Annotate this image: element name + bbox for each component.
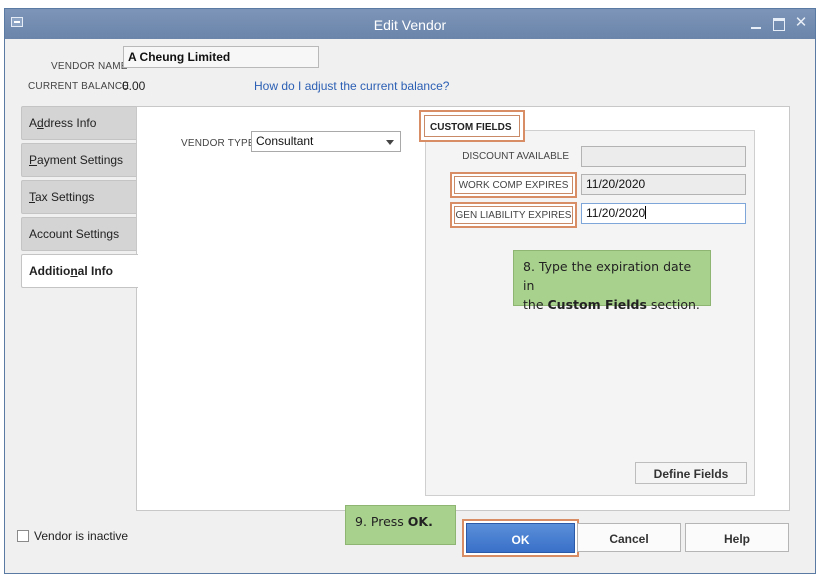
gen-liability-expires-input[interactable]: 11/20/2020 bbox=[581, 203, 746, 224]
minimize-icon[interactable] bbox=[747, 14, 765, 32]
work-comp-label-highlight: WORK COMP EXPIRES bbox=[450, 172, 577, 198]
edit-vendor-window: Edit Vendor ✕ VENDOR NAME A Cheung Limit… bbox=[4, 8, 816, 574]
tab-tax-settings[interactable]: Tax Settings bbox=[21, 180, 137, 214]
define-fields-button[interactable]: Define Fields bbox=[635, 462, 747, 484]
step-9-callout: 9. Press OK. bbox=[345, 505, 456, 545]
ok-button-highlight: OK bbox=[462, 519, 579, 557]
step-8-callout: 8. Type the expiration date in the Custo… bbox=[513, 250, 711, 312]
vendor-name-input[interactable]: A Cheung Limited bbox=[123, 46, 319, 68]
tab-additional-info[interactable]: Additional Info bbox=[21, 254, 138, 288]
custom-fields-title-highlight: CUSTOM FIELDS bbox=[419, 110, 525, 142]
close-icon[interactable]: ✕ bbox=[792, 14, 810, 32]
tab-label: Account Settings bbox=[29, 227, 120, 241]
vendor-inactive-label[interactable]: Vendor is inactive bbox=[34, 529, 128, 543]
current-balance-label: CURRENT BALANCE bbox=[28, 81, 130, 92]
tab-address-info[interactable]: Address Info bbox=[21, 106, 137, 140]
discount-available-label: DISCOUNT AVAILABLE bbox=[462, 151, 569, 162]
tab-label: Address Info bbox=[29, 116, 97, 130]
vendor-type-value: Consultant bbox=[256, 134, 314, 148]
gen-liability-expires-label: GEN LIABILITY EXPIRES bbox=[454, 206, 573, 224]
ok-button[interactable]: OK bbox=[466, 523, 575, 553]
tab-label: Additional Info bbox=[29, 264, 114, 278]
step-8-line-2: the Custom Fields section. bbox=[523, 295, 701, 314]
gen-liability-label-highlight: GEN LIABILITY EXPIRES bbox=[450, 202, 577, 228]
window-title: Edit Vendor bbox=[373, 17, 447, 33]
step-8-line-1: 8. Type the expiration date in bbox=[523, 259, 692, 293]
tab-label: Payment Settings bbox=[29, 153, 124, 167]
vendor-type-label: VENDOR TYPE bbox=[181, 138, 255, 149]
step-9-bold-text: OK. bbox=[407, 514, 433, 529]
help-button[interactable]: Help bbox=[685, 523, 789, 552]
discount-available-input[interactable] bbox=[581, 146, 746, 167]
tab-account-settings[interactable]: Account Settings bbox=[21, 217, 137, 251]
vendor-inactive-checkbox[interactable] bbox=[17, 530, 29, 542]
chevron-down-icon[interactable] bbox=[386, 140, 394, 145]
current-balance-value: 0.00 bbox=[122, 79, 146, 93]
cancel-button[interactable]: Cancel bbox=[577, 523, 681, 552]
vendor-type-select[interactable]: Consultant bbox=[251, 131, 401, 152]
work-comp-expires-input[interactable]: 11/20/2020 bbox=[581, 174, 746, 195]
custom-fields-title: CUSTOM FIELDS bbox=[424, 115, 520, 137]
text-cursor bbox=[645, 206, 647, 219]
step-8-bold-text: Custom Fields bbox=[547, 297, 647, 312]
step-8-text: the bbox=[523, 297, 548, 312]
additional-info-panel: VENDOR TYPE Consultant CUSTOM FIELDS DIS… bbox=[136, 106, 790, 511]
tab-label: Tax Settings bbox=[29, 190, 95, 204]
adjust-balance-link[interactable]: How do I adjust the current balance? bbox=[254, 79, 449, 93]
work-comp-expires-label: WORK COMP EXPIRES bbox=[454, 176, 573, 194]
vendor-name-label: VENDOR NAME bbox=[51, 61, 128, 72]
title-bar[interactable]: Edit Vendor ✕ bbox=[5, 9, 815, 39]
step-8-text-end: section. bbox=[646, 297, 700, 312]
tab-payment-settings[interactable]: Payment Settings bbox=[21, 143, 137, 177]
maximize-icon[interactable] bbox=[769, 14, 787, 32]
step-9-text: 9. Press bbox=[355, 514, 408, 529]
gen-liability-expires-value: 11/20/2020 bbox=[586, 206, 646, 220]
